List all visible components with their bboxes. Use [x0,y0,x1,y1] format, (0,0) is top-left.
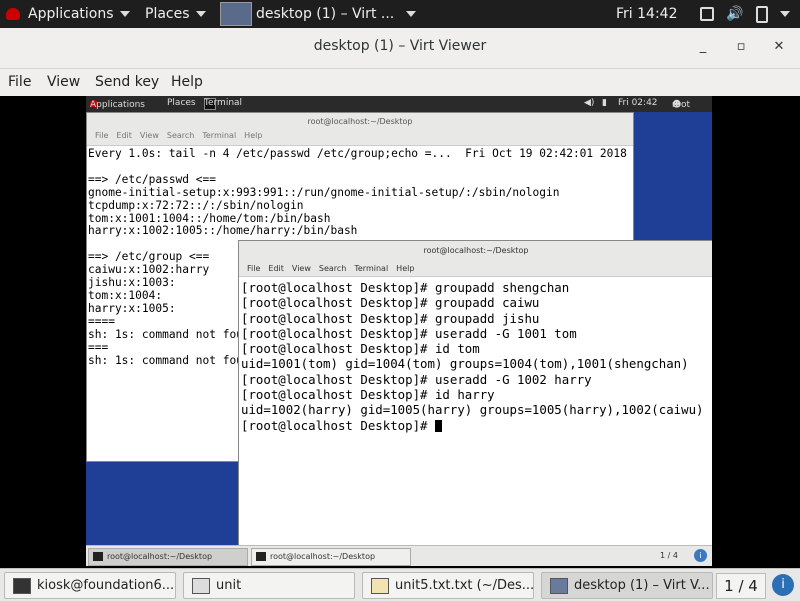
menu-search[interactable]: Search [167,131,194,140]
terminal-line: harry:x:1002:1005::/home/harry:/bin/bash [88,224,358,238]
guest-clock[interactable]: Fri 02:42 [618,98,658,108]
terminal-line: ==> /etc/passwd <== [88,172,216,186]
menu-view[interactable]: View [47,74,80,90]
text-editor-icon [371,577,389,594]
menu-file[interactable]: File [8,74,31,90]
terminal-line: [root@localhost Desktop]# groupadd caiwu [241,295,540,311]
virt-viewer-app-icon [220,2,252,26]
volume-icon[interactable]: 🔊 [726,0,743,28]
guest-battery-icon[interactable]: ▮ [602,98,607,108]
applications-menu[interactable]: Applications [6,0,130,28]
terminal-title: root@localhost:~/Desktop [87,113,633,131]
chevron-down-icon [780,11,790,17]
terminal-line: tcpdump:x:72:72::/:/sbin/nologin [88,198,304,212]
terminal-window-main[interactable]: root@localhost:~/Desktop File Edit View Sea… [238,240,712,547]
menu-view[interactable]: View [140,131,159,140]
guest-top-bar: Applications Places Terminal ◀) ▮ Fri 02… [86,96,712,112]
outer-taskbar: kiosk@foundation6... unit unit5.txt.txt … [0,568,800,601]
terminal-line: uid=1002(harry) gid=1005(harry) groups=1… [241,402,704,418]
file-manager-icon [192,577,210,594]
notification-icon[interactable]: i [772,574,794,596]
guest-places-menu[interactable]: Places [167,98,196,108]
terminal-line: [root@localhost Desktop]# groupadd sheng… [241,280,570,295]
chevron-down-icon [195,11,206,17]
menu-send-key[interactable]: Send key [95,74,159,90]
places-label: Places [145,6,190,22]
guest-taskbar: root@localhost:~/Desktop root@localhost:… [86,545,712,566]
close-button[interactable]: ✕ [768,36,790,58]
system-menu[interactable] [780,0,790,28]
terminal-icon [93,552,103,561]
terminal-line: [root@localhost Desktop]# [241,418,712,433]
menu-file[interactable]: File [247,264,260,273]
guest-task-terminal-1[interactable]: root@localhost:~/Desktop [88,548,248,566]
outer-top-bar: Applications Places desktop (1) – Virt .… [0,0,800,28]
menu-view[interactable]: View [292,264,311,273]
menu-terminal[interactable]: Terminal [354,264,388,273]
terminal-line: gnome-initial-setup:x:993:991::/run/gnom… [88,185,560,199]
maximize-button[interactable]: ▫ [730,36,752,58]
active-window-label: desktop (1) – Virt ... [256,6,395,22]
terminal-menu-bar: File Edit View Search Terminal Help [87,131,633,146]
menu-terminal[interactable]: Terminal [202,131,236,140]
task-terminal-kiosk[interactable]: kiosk@foundation6... [4,572,176,599]
active-window-menu[interactable]: desktop (1) – Virt ... [220,0,417,28]
battery-icon[interactable] [756,0,768,28]
minimize-button[interactable]: _ [692,36,714,58]
menu-help[interactable]: Help [171,74,203,90]
redhat-logo-icon [6,8,20,20]
viewer-title-bar[interactable]: desktop (1) – Virt Viewer _ ▫ ✕ [0,28,800,69]
terminal-icon [256,552,266,561]
guest-workspace-pager[interactable]: 1 / 4 [660,548,678,564]
task-unit-folder[interactable]: unit [183,572,355,599]
workspace-pager[interactable]: 1 / 4 [716,573,766,599]
menu-help[interactable]: Help [396,264,414,273]
viewer-menu-bar: File View Send key Help [0,69,800,96]
menu-edit[interactable]: Edit [268,264,284,273]
terminal-line: [root@localhost Desktop]# id tom [241,341,480,357]
menu-file[interactable]: File [95,131,108,140]
window-title: desktop (1) – Virt Viewer [313,38,487,54]
terminal-line: [root@localhost Desktop]# useradd -G 100… [241,325,577,341]
clock[interactable]: Fri 14:42 [616,0,677,28]
chevron-down-icon [406,11,417,17]
terminal-line: [root@localhost Desktop]# groupadd jishu [241,310,540,326]
terminal-cursor [434,420,442,433]
menu-help[interactable]: Help [244,131,262,140]
terminal-output[interactable]: [root@localhost Desktop]# groupadd sheng… [239,277,712,433]
menu-search[interactable]: Search [319,264,346,273]
terminal-line: Every 1.0s: tail -n 4 /etc/passwd /etc/g… [88,147,627,160]
task-gedit[interactable]: unit5.txt.txt (~/Des... [362,572,534,599]
terminal-menu-bar: File Edit View Search Terminal Help [239,261,712,277]
terminal-line: [root@localhost Desktop]# useradd -G 100… [241,371,592,387]
display-icon[interactable] [700,0,714,28]
terminal-line: uid=1001(tom) gid=1004(tom) groups=1004(… [241,356,689,372]
virt-viewer-icon [550,577,568,594]
chevron-down-icon [119,11,130,17]
guest-task-terminal-2[interactable]: root@localhost:~/Desktop [251,548,411,566]
menu-edit[interactable]: Edit [116,131,132,140]
guest-display[interactable]: Applications Places Terminal ◀) ▮ Fri 02… [86,96,712,566]
guest-volume-icon[interactable]: ◀) [584,98,594,108]
terminal-line: [root@localhost Desktop]# id harry [241,387,495,403]
task-virt-viewer[interactable]: desktop (1) – Virt V... [541,572,713,599]
terminal-icon [13,577,31,594]
terminal-title: root@localhost:~/Desktop [239,241,712,261]
applications-label: Applications [28,6,114,22]
places-menu[interactable]: Places [145,0,206,28]
guest-notification-icon[interactable]: i [694,549,707,562]
